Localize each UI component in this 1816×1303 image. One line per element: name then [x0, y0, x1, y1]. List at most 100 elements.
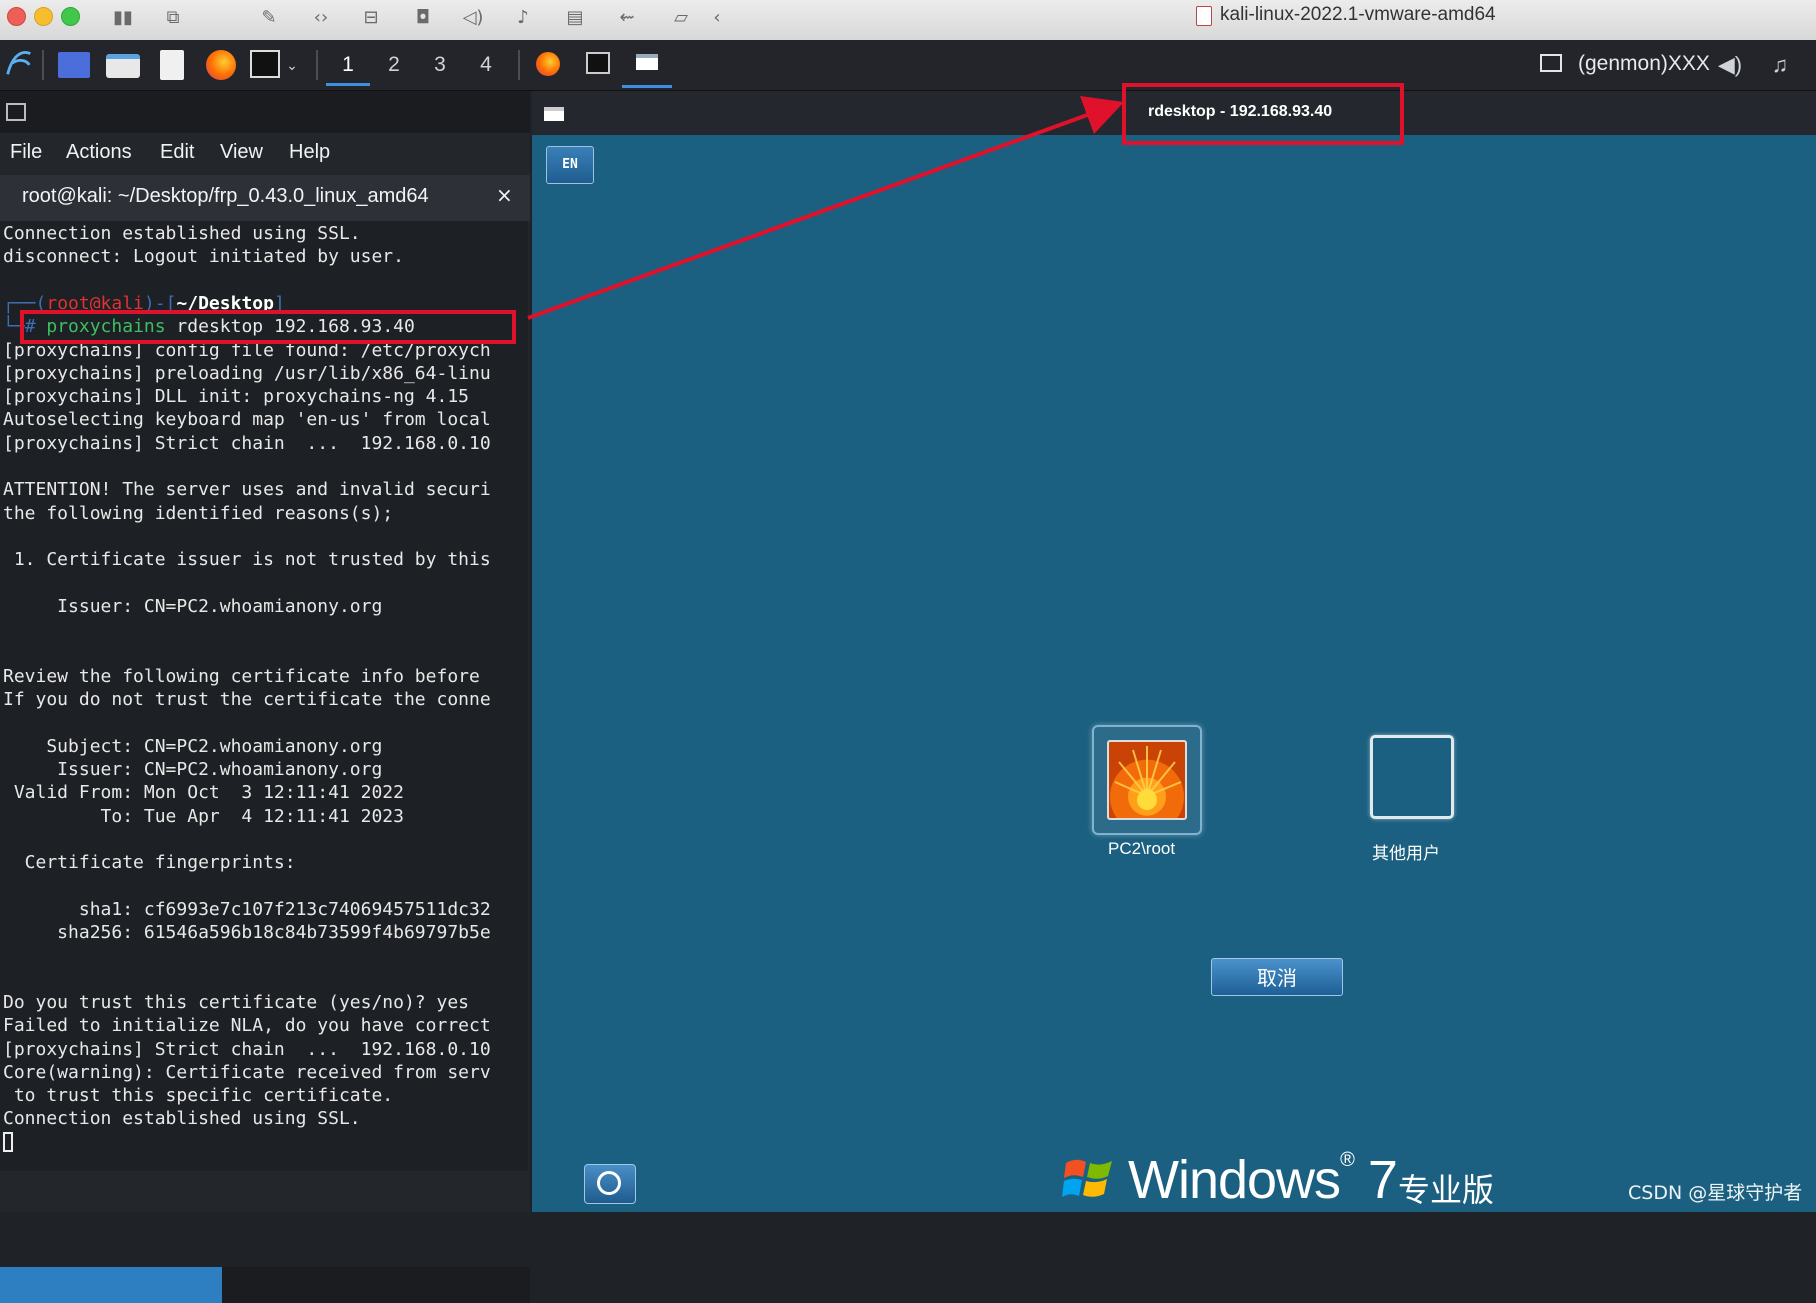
terminal-bottom-strip [0, 1267, 530, 1303]
menu-file[interactable]: File [10, 141, 42, 164]
menu-edit[interactable]: Edit [160, 141, 194, 164]
taskbar-highlight [0, 1267, 222, 1303]
workspace-1[interactable]: 1 [326, 47, 370, 86]
hard-disk-icon[interactable]: ⊟ [358, 6, 384, 30]
user-tile-pc2-root[interactable] [1092, 725, 1202, 835]
windows-edition: 专业版 [1398, 1171, 1495, 1209]
watermark: CSDN @星球守护者 [1628, 1182, 1803, 1204]
ease-of-access-button[interactable] [584, 1164, 636, 1204]
terminal-line: [proxychains] preloading /usr/lib/x86_64… [3, 362, 491, 384]
menu-help[interactable]: Help [289, 141, 330, 164]
panel-separator [42, 50, 44, 80]
close-window-button[interactable] [7, 7, 26, 26]
windows-version: 7 [1367, 1150, 1398, 1210]
terminal-task-icon[interactable] [586, 52, 610, 74]
host-window-titlebar: ▮▮ ⧉ ✎ ‹› ⊟ ◘ ◁) ♪ ▤ ⇜ ▱ ‹ kali-linux-20… [0, 0, 1816, 41]
terminal-window-icon [6, 103, 26, 121]
chevron-left-icon[interactable]: ‹ [704, 6, 730, 30]
terminal-line: Issuer: CN=PC2.whoamianony.org [3, 595, 383, 617]
code-arrows-icon[interactable]: ‹› [308, 6, 334, 30]
vm-document-icon [1196, 6, 1212, 26]
pause-icon[interactable]: ▮▮ [110, 6, 136, 30]
close-tab-icon[interactable]: × [496, 183, 513, 207]
workspace-3[interactable]: 3 [418, 47, 462, 83]
printer-icon[interactable]: ▤ [562, 6, 588, 30]
terminal-line: [proxychains] Strict chain ... 192.168.0… [3, 432, 491, 454]
snapshot-icon[interactable]: ⧉ [160, 6, 186, 30]
volume-icon[interactable]: ◀) [1708, 47, 1752, 83]
terminal-titlebar [0, 91, 530, 133]
terminal-line: Valid From: Mon Oct 3 12:11:41 2022 [3, 782, 404, 804]
display-icon[interactable] [1540, 54, 1562, 72]
terminal-line: [proxychains] DLL init: proxychains-ng 4… [3, 386, 469, 408]
speaker-icon[interactable]: ◁) [460, 6, 486, 30]
flower-avatar [1107, 740, 1187, 820]
shared-folder-icon[interactable]: ▱ [668, 6, 694, 30]
show-desktop-icon[interactable] [58, 52, 90, 78]
chevron-down-icon[interactable]: ⌄ [280, 47, 304, 83]
panel-separator [518, 50, 520, 80]
kali-menu-icon[interactable] [4, 46, 34, 80]
terminal-tab-title: root@kali: ~/Desktop/frp_0.43.0_linux_am… [22, 185, 429, 207]
terminal-line: sha256: 61546a596b18c84b73599f4b69797b5e [3, 922, 491, 943]
rdesktop-task-button[interactable] [622, 40, 672, 88]
microphone-icon[interactable]: ♪ [510, 6, 536, 30]
menu-actions[interactable]: Actions [66, 141, 132, 164]
wrench-icon[interactable]: ✎ [256, 6, 282, 30]
flower-icon [1114, 746, 1182, 810]
genmon-label[interactable]: (genmon)XXX [1578, 52, 1710, 76]
firefox-task-icon[interactable] [536, 52, 560, 76]
terminal-line: Review the following certificate info be… [3, 665, 480, 687]
usb-icon[interactable]: ⇜ [614, 6, 640, 30]
panel-separator [316, 50, 318, 80]
terminal-line: disconnect: Logout initiated by user. [3, 246, 404, 268]
minimize-window-button[interactable] [34, 7, 53, 26]
terminal-menubar: File Actions Edit View Help [0, 133, 530, 173]
notification-bell-icon[interactable]: ♫ [1758, 47, 1802, 83]
workspace-4[interactable]: 4 [464, 47, 508, 83]
terminal-line: 1. Certificate issuer is not trusted by … [3, 549, 491, 571]
cancel-button[interactable]: 取消 [1211, 958, 1343, 996]
window-icon [636, 54, 658, 70]
rdesktop-window: rdesktop - 192.168.93.40 EN PC2\root 其他用… [532, 83, 1816, 1212]
terminal-line: Failed to initialize NLA, do you have co… [3, 1015, 491, 1037]
user-tile-other[interactable] [1370, 735, 1454, 819]
terminal-line: To: Tue Apr 4 12:11:41 2023 [3, 805, 404, 827]
terminal-line: sha1: cf6993e7c107f213c74069457511dc32 [3, 898, 491, 920]
terminal-window: File Actions Edit View Help root@kali: ~… [0, 91, 530, 1303]
terminal-line: Connection established using SSL. [3, 1108, 361, 1130]
windows-brand-name: Windows [1128, 1150, 1341, 1210]
windows-logo-icon [1062, 1159, 1112, 1197]
window-icon [544, 107, 564, 121]
firefox-icon[interactable] [206, 50, 236, 80]
terminal-line: Do you trust this certificate (yes/no)? … [3, 991, 469, 1013]
text-editor-icon[interactable] [160, 50, 184, 80]
host-window-title: kali-linux-2022.1-vmware-amd64 [1220, 4, 1496, 25]
terminal-line: If you do not trust the certificate the … [3, 689, 491, 710]
terminal-line: Autoselecting keyboard map 'en-us' from … [3, 409, 491, 431]
terminal-line: Core(warning): Certificate received from… [3, 1061, 491, 1083]
windows-brand: Windows® 7 [1128, 1149, 1398, 1210]
user-label-pc2-root[interactable]: PC2\root [1108, 839, 1175, 859]
file-manager-icon[interactable] [106, 54, 140, 78]
terminal-output[interactable]: Connection established using SSL. disconn… [0, 221, 528, 1171]
terminal-line: to trust this specific certificate. [3, 1085, 394, 1107]
terminal-line: [proxychains] Strict chain ... 192.168.0… [3, 1038, 491, 1060]
terminal-line: ATTENTION! The server uses and invalid s… [3, 479, 491, 501]
terminal-line: Connection established using SSL. [3, 223, 361, 244]
terminal-cursor [3, 1131, 13, 1152]
terminal-tab[interactable]: root@kali: ~/Desktop/frp_0.43.0_linux_am… [0, 175, 530, 221]
terminal-line: the following identified reasons(s); [3, 502, 394, 524]
highlight-box-command [20, 310, 516, 344]
camera-icon[interactable]: ◘ [410, 6, 436, 30]
workspace-2[interactable]: 2 [372, 47, 416, 83]
zoom-window-button[interactable] [61, 7, 80, 26]
language-indicator[interactable]: EN [546, 146, 594, 184]
ease-of-access-icon [597, 1171, 621, 1195]
menu-view[interactable]: View [220, 141, 263, 164]
terminal-launcher-icon[interactable] [250, 50, 280, 78]
terminal-line: Issuer: CN=PC2.whoamianony.org [3, 758, 383, 780]
user-label-other[interactable]: 其他用户 [1372, 839, 1440, 864]
highlight-box-title [1122, 83, 1404, 145]
terminal-line: Certificate fingerprints: [3, 852, 296, 874]
